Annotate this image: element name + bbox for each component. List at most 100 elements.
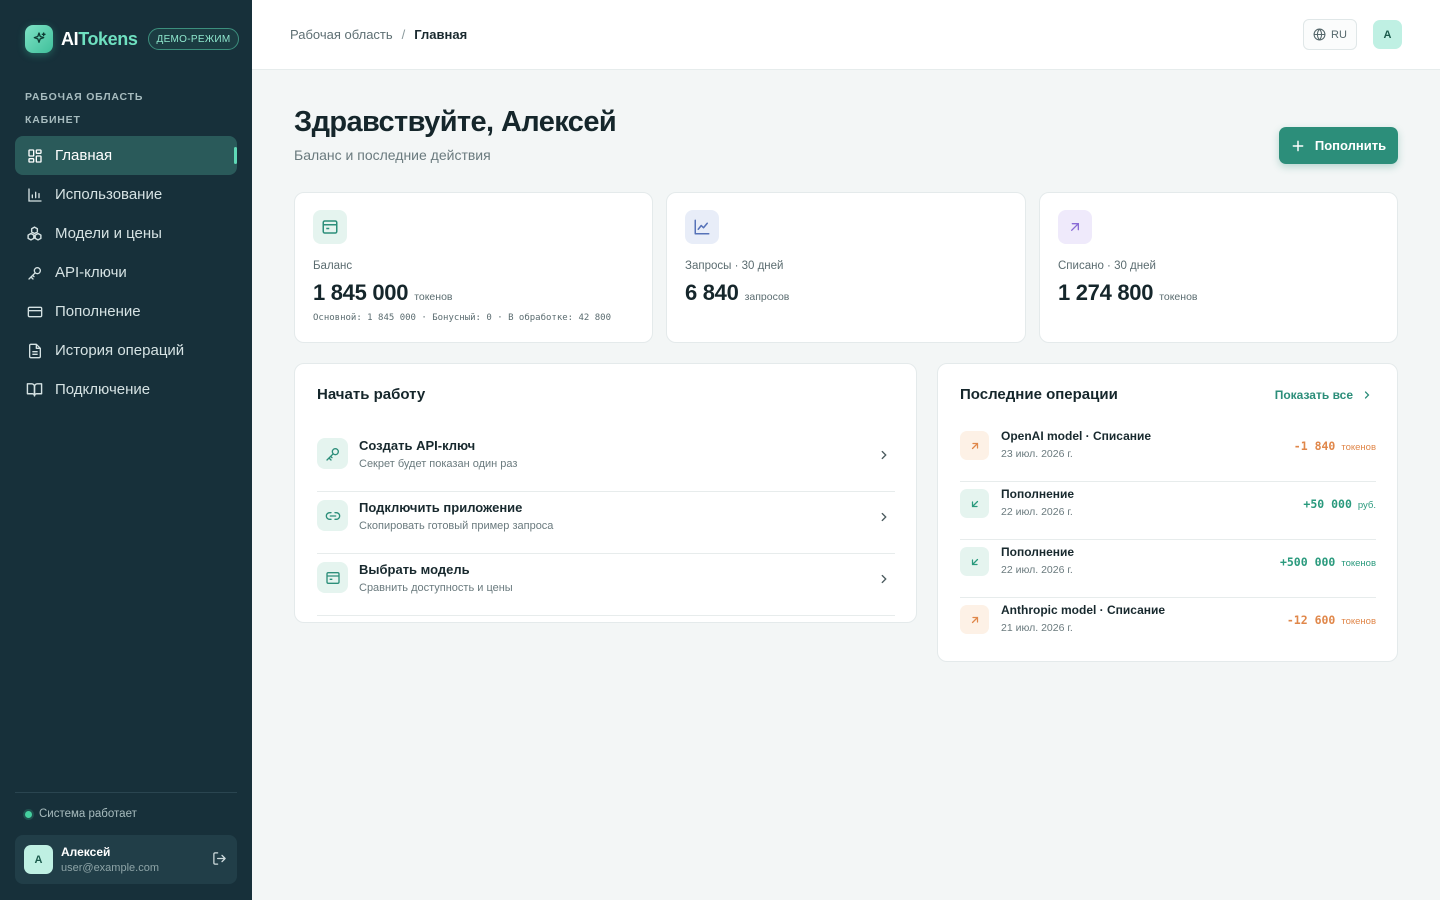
demo-mode-badge: ДЕМО-РЕЖИМ: [147, 28, 240, 50]
link-icon: [317, 500, 348, 531]
quick-start-item-create-key[interactable]: Создать API-ключ Секрет будет показан од…: [317, 430, 895, 492]
topup-button-label: Пополнить: [1314, 138, 1387, 153]
stat-unit: токенов: [414, 291, 453, 303]
stat-unit: запросов: [744, 291, 790, 303]
sidebar-divider: [15, 792, 237, 793]
quick-start-item-choose-model[interactable]: Выбрать модель Сравнить доступность и це…: [317, 554, 895, 616]
operation-unit: токенов: [1341, 558, 1376, 569]
quick-start-desc: Сравнить доступность и цены: [359, 582, 513, 594]
operation-row[interactable]: OpenAI model · Списание 23 июл. 2026 г. …: [960, 424, 1376, 482]
sparkle-logo-icon: [25, 25, 53, 53]
stat-card-balance: Баланс 1 845 000 токенов Основной: 1 845…: [294, 192, 653, 343]
sidebar-item-usage[interactable]: Использование: [15, 175, 237, 214]
operation-title: Anthropic model · Списание: [1001, 603, 1166, 617]
operation-unit: токенов: [1341, 616, 1376, 627]
arrow-up-right-icon: [960, 431, 989, 460]
sidebar-item-models[interactable]: Модели и цены: [15, 214, 237, 253]
operation-amount: +500 000: [1279, 555, 1336, 569]
stat-value: 6 840: [685, 280, 739, 305]
operation-date: 22 июл. 2026 г.: [1001, 506, 1073, 518]
sidebar-item-topup[interactable]: Пополнение: [15, 292, 237, 331]
models-icon: [26, 225, 43, 242]
brand-name-part1: AI: [61, 28, 79, 49]
language-button[interactable]: RU: [1303, 19, 1357, 50]
show-all-link[interactable]: Показать все: [1275, 388, 1373, 402]
panel-title: Последние операции: [960, 386, 1118, 403]
sidebar-item-label: Подключение: [55, 381, 151, 398]
sidebar-item-api-keys[interactable]: API-ключи: [15, 253, 237, 292]
sidebar-item-label: Использование: [55, 186, 163, 203]
chevron-right-icon: [877, 510, 891, 529]
stat-label: Баланс: [313, 260, 353, 272]
quick-start-title: Выбрать модель: [359, 562, 470, 577]
operation-amount: -12 600: [1286, 613, 1336, 627]
sidebar-item-label: Пополнение: [55, 303, 141, 320]
breadcrumb-current: Главная: [414, 27, 468, 42]
stat-unit: токенов: [1159, 291, 1198, 303]
sidebar-item-label: История операций: [55, 342, 185, 359]
sidebar: AITokens ДЕМО-РЕЖИМ РАБОЧАЯ ОБЛАСТЬ КАБИ…: [0, 0, 252, 900]
plus-icon: [1291, 139, 1305, 153]
quick-start-desc: Скопировать готовый пример запроса: [359, 520, 554, 532]
sidebar-item-label: Модели и цены: [55, 225, 162, 242]
recent-operations-panel: Последние операции Показать все OpenAI m…: [937, 363, 1398, 662]
system-status: Система работает: [25, 808, 137, 820]
operation-row[interactable]: Пополнение 22 июл. 2026 г. +50 000 руб.: [960, 482, 1376, 540]
stat-card-requests: Запросы · 30 дней 6 840 запросов: [666, 192, 1026, 343]
line-chart-icon: [685, 210, 719, 244]
stat-value: 1 845 000: [313, 280, 409, 305]
operation-date: 23 июл. 2026 г.: [1001, 448, 1073, 460]
arrow-down-left-icon: [960, 489, 989, 518]
avatar: А: [24, 845, 53, 874]
quick-start-panel: Начать работу Создать API-ключ Секрет бу…: [294, 363, 917, 623]
breadcrumb: Рабочая область / Главная: [290, 27, 467, 42]
arrow-up-right-icon: [960, 605, 989, 634]
brand-name: AITokens: [61, 29, 138, 50]
brand[interactable]: AITokens ДЕМО-РЕЖИМ: [25, 25, 240, 53]
user-card[interactable]: А Алексей user@example.com: [15, 835, 237, 884]
sidebar-item-home[interactable]: Главная: [15, 136, 237, 175]
sidebar-item-label: API-ключи: [55, 264, 127, 281]
show-all-label: Показать все: [1274, 388, 1353, 402]
quick-start-item-connect-app[interactable]: Подключить приложение Скопировать готовы…: [317, 492, 895, 554]
operation-unit: руб.: [1357, 500, 1376, 511]
operation-row[interactable]: Пополнение 22 июл. 2026 г. +500 000 токе…: [960, 540, 1376, 598]
operation-title: OpenAI model · Списание: [1001, 429, 1152, 443]
topup-button[interactable]: Пополнить: [1279, 127, 1398, 164]
topbar: Рабочая область / Главная RU А: [252, 0, 1440, 70]
balance-breakdown: Основной: 1 845 000 · Бонусный: 0 · В об…: [313, 313, 612, 323]
stat-card-spent: Списано · 30 дней 1 274 800 токенов: [1039, 192, 1398, 343]
dashboard-icon: [26, 147, 43, 164]
arrow-up-right-icon: [1058, 210, 1092, 244]
avatar[interactable]: А: [1373, 20, 1402, 49]
key-icon: [317, 438, 348, 469]
stat-value: 1 274 800: [1058, 280, 1154, 305]
operation-date: 22 июл. 2026 г.: [1001, 564, 1073, 576]
sidebar-nav: Главная Использование Модели и цены API-…: [15, 136, 237, 409]
operation-date: 21 июл. 2026 г.: [1001, 622, 1073, 634]
wallet-icon: [313, 210, 347, 244]
section-label-workspace: РАБОЧАЯ ОБЛАСТЬ: [25, 91, 144, 103]
sidebar-item-history[interactable]: История операций: [15, 331, 237, 370]
page-subtitle: Баланс и последние действия: [294, 147, 491, 163]
quick-start-title: Подключить приложение: [359, 500, 523, 515]
operation-title: Пополнение: [1001, 545, 1075, 559]
operation-unit: токенов: [1341, 442, 1376, 453]
logout-icon[interactable]: [212, 851, 229, 868]
language-label: RU: [1331, 28, 1347, 41]
breadcrumb-root[interactable]: Рабочая область: [290, 27, 393, 42]
operation-title: Пополнение: [1001, 487, 1075, 501]
chevron-right-icon: [1364, 391, 1370, 399]
chevron-right-icon: [877, 448, 891, 467]
operation-row[interactable]: Anthropic model · Списание 21 июл. 2026 …: [960, 598, 1376, 656]
sidebar-item-label: Главная: [55, 147, 113, 164]
sidebar-item-connection[interactable]: Подключение: [15, 370, 237, 409]
system-status-text: Система работает: [39, 808, 137, 820]
user-name: Алексей: [61, 845, 111, 859]
operation-amount: +50 000: [1303, 497, 1352, 511]
page-title: Здравствуйте, Алексей: [294, 106, 617, 138]
breadcrumb-separator: /: [401, 27, 406, 42]
key-icon: [26, 264, 43, 281]
status-dot-icon: [25, 810, 32, 818]
globe-icon: [1313, 28, 1326, 41]
